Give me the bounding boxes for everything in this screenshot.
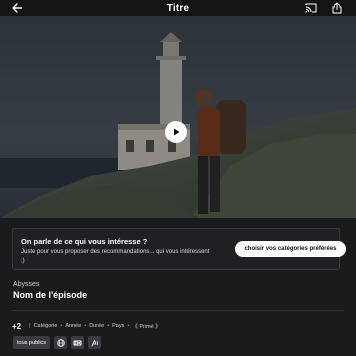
audio-description-icon — [91, 339, 98, 346]
divider — [12, 310, 344, 311]
age-rating: +2 — [12, 321, 22, 331]
globe-icon — [56, 338, 65, 347]
choose-categories-button[interactable]: choisir vos catégories préférées — [235, 241, 346, 257]
audio-description-badge — [88, 336, 102, 349]
top-bar: Titre — [0, 0, 356, 16]
episode-metadata: +2 | Catégorie • Année • Durée • Pays • … — [12, 321, 161, 331]
separator: • — [107, 323, 110, 329]
meta-year: Année — [65, 323, 82, 329]
share-icon[interactable] — [332, 2, 342, 14]
page-title: Titre — [166, 2, 190, 14]
episode-title: Nom de l'épisode — [13, 290, 88, 300]
meta-category: Catégorie — [33, 323, 58, 329]
app-screen: Titre On parle de ce qui vous intéresse … — [0, 0, 356, 356]
globe-badge — [54, 336, 68, 349]
hero-image — [0, 16, 356, 218]
separator: | — [29, 323, 31, 329]
hd-badge — [71, 336, 85, 349]
meta-country: Pays — [112, 323, 125, 329]
recommendation-heading: On parle de ce qui vous intéresse ? — [21, 237, 148, 246]
audience-badge: tous publics — [13, 336, 51, 349]
recommendation-card: On parle de ce qui vous intéresse ? Just… — [12, 228, 346, 270]
cast-icon[interactable] — [305, 2, 317, 14]
hero-dim-overlay — [0, 16, 356, 218]
play-button[interactable] — [165, 121, 187, 143]
separator: • — [127, 323, 130, 329]
separator: • — [60, 323, 63, 329]
meta-award: 《 Primé 》 — [132, 324, 161, 330]
series-title: Abysses — [13, 281, 40, 288]
separator: • — [84, 323, 87, 329]
play-icon — [174, 128, 180, 136]
badge-row: tous publics — [13, 336, 102, 349]
recommendation-description: Juste pour vous proposer des recommandat… — [21, 249, 210, 264]
arrow-left-icon[interactable] — [11, 2, 23, 14]
meta-duration: Durée — [89, 323, 105, 329]
hd-icon — [73, 340, 82, 345]
